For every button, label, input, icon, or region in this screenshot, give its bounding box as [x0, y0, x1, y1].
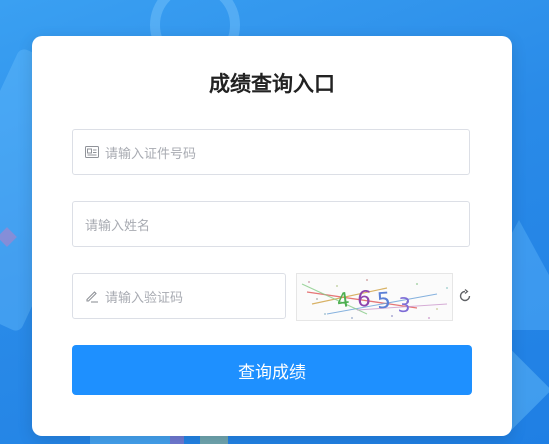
- query-card: 成绩查询入口 请输入证件号码 请输入姓名 请输入验证码 4 6 5 3 查询成绩: [32, 36, 512, 436]
- captcha-placeholder: 请输入验证码: [105, 290, 184, 306]
- pencil-icon: [85, 289, 99, 303]
- captcha-input[interactable]: 请输入验证码: [72, 273, 286, 319]
- id-number-input[interactable]: 请输入证件号码: [72, 129, 470, 175]
- name-input[interactable]: 请输入姓名: [72, 201, 470, 247]
- captcha-char: 6: [356, 286, 373, 312]
- captcha-char: 3: [397, 293, 411, 318]
- captcha-char: 5: [376, 288, 392, 314]
- name-placeholder: 请输入姓名: [85, 218, 151, 234]
- refresh-icon[interactable]: [457, 288, 473, 304]
- captcha-image[interactable]: 4 6 5 3: [296, 273, 453, 321]
- captcha-char: 4: [335, 287, 351, 313]
- page-title: 成绩查询入口: [209, 72, 335, 96]
- query-score-button[interactable]: 查询成绩: [72, 345, 472, 395]
- id-number-placeholder: 请输入证件号码: [105, 146, 197, 162]
- id-card-icon: [85, 145, 99, 159]
